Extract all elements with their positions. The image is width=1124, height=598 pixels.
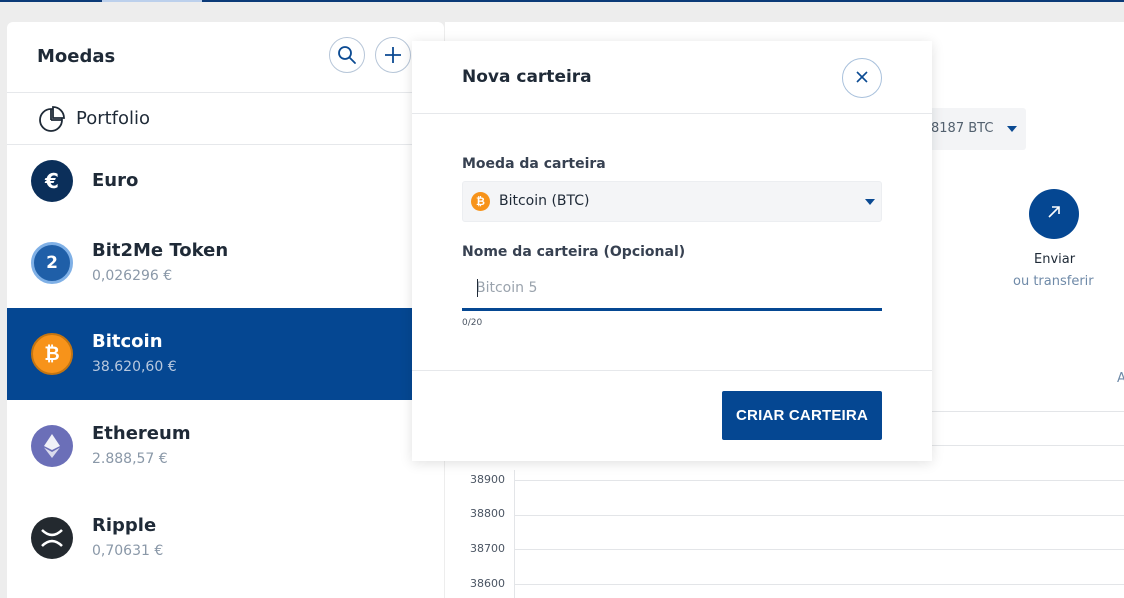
chart-gridline xyxy=(514,549,1124,550)
search-button[interactable] xyxy=(329,37,365,73)
ethereum-icon xyxy=(31,425,73,467)
coin-item-bitcoin[interactable]: ₿ Bitcoin 38.620,60 € xyxy=(7,308,444,400)
sidebar-item-portfolio[interactable]: Portfolio xyxy=(7,93,444,145)
coin-item-ripple[interactable]: Ripple 0,70631 € xyxy=(7,492,444,584)
sidebar-header: Moedas xyxy=(7,22,444,93)
text-cursor xyxy=(477,279,478,297)
chart-y-tick: 38600 xyxy=(470,577,505,590)
euro-icon: € xyxy=(31,160,73,202)
plus-icon xyxy=(383,45,403,65)
coin-item-ethereum[interactable]: Ethereum 2.888,57 € xyxy=(7,400,444,492)
wallet-name-label: Nome da carteira (Opcional) xyxy=(462,244,686,260)
modal-footer-divider xyxy=(412,370,932,371)
chart-y-tick: 38900 xyxy=(470,473,505,486)
coin-name: Bitcoin xyxy=(92,331,163,352)
modal-header: Nova carteira xyxy=(412,41,932,114)
transfer-link[interactable]: ou transferir xyxy=(1013,274,1094,289)
coin-name: Ethereum xyxy=(92,423,191,444)
chart-y-tick: 38800 xyxy=(470,507,505,520)
close-modal-button[interactable] xyxy=(842,58,882,98)
chart-y-axis xyxy=(514,470,515,598)
coin-select[interactable]: ₿ Bitcoin (BTC) xyxy=(462,181,882,222)
bitcoin-icon: ₿ xyxy=(31,333,73,375)
chart-gridline xyxy=(514,515,1124,516)
create-wallet-button[interactable]: CRIAR CARTEIRA xyxy=(722,391,882,440)
bit2me-token-icon: 2 xyxy=(31,242,73,284)
modal-title: Nova carteira xyxy=(462,67,592,87)
coin-item-euro[interactable]: € Euro xyxy=(7,145,444,217)
pie-chart-icon xyxy=(37,105,65,137)
sidebar-item-label: Portfolio xyxy=(76,108,151,129)
ripple-icon xyxy=(31,517,73,559)
chart-gridline xyxy=(514,480,1124,481)
chevron-down-icon xyxy=(865,199,875,205)
coin-value: 38.620,60 € xyxy=(92,359,177,375)
arrow-up-right-icon xyxy=(1045,203,1063,225)
coin-name: Bit2Me Token xyxy=(92,240,229,261)
new-wallet-modal: Nova carteira Moeda da carteira ₿ Bitcoi… xyxy=(412,41,932,461)
top-active-tab-indicator xyxy=(102,0,202,2)
chart-y-tick: 38700 xyxy=(470,542,505,555)
coins-sidebar: Moedas Portfolio € Euro 2 Bit2Me Token 0… xyxy=(7,22,444,598)
coin-item-bit2me-token[interactable]: 2 Bit2Me Token 0,026296 € xyxy=(7,217,444,308)
search-icon xyxy=(337,45,357,65)
coin-value: 2.888,57 € xyxy=(92,451,168,467)
coin-select-value: Bitcoin (BTC) xyxy=(499,193,590,209)
coin-value: 0,70631 € xyxy=(92,543,164,559)
coin-field-label: Moeda da carteira xyxy=(462,156,606,172)
bitcoin-icon: ₿ xyxy=(471,192,490,211)
send-button[interactable] xyxy=(1029,189,1079,239)
balance-select-value: 8187 BTC xyxy=(931,121,994,136)
partial-header-text: A xyxy=(1117,371,1124,386)
char-counter: 0/20 xyxy=(462,318,483,328)
add-coin-button[interactable] xyxy=(375,37,411,73)
chevron-down-icon xyxy=(1007,126,1017,132)
close-icon xyxy=(855,69,869,88)
coin-name: Ripple xyxy=(92,515,157,536)
coin-name: Euro xyxy=(92,170,139,191)
coin-value: 0,026296 € xyxy=(92,268,173,284)
send-label: Enviar xyxy=(1034,252,1076,267)
wallet-name-input[interactable] xyxy=(462,267,882,311)
chart-gridline xyxy=(514,584,1124,585)
sidebar-title: Moedas xyxy=(37,46,116,67)
